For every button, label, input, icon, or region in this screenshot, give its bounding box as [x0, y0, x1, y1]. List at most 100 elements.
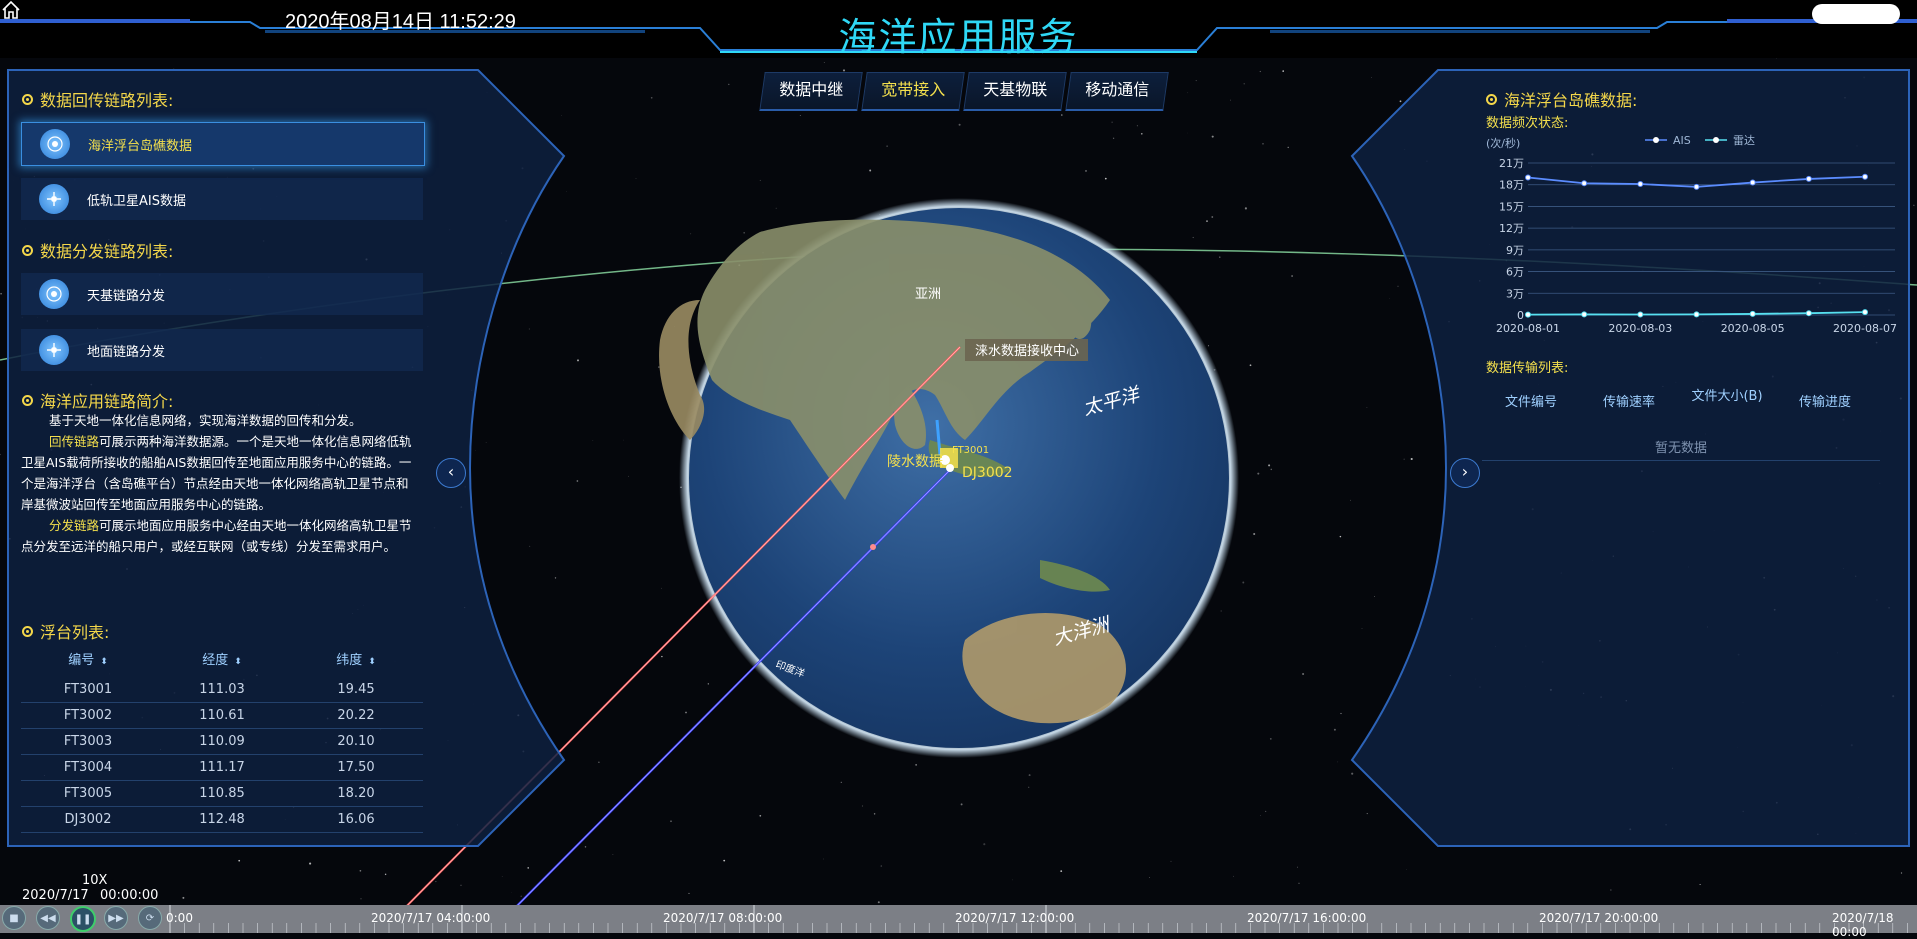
col-progress[interactable]: 传输进度	[1776, 388, 1874, 418]
return-links-title: 数据回传链路列表:	[22, 87, 173, 111]
clock-date: 2020/7/17	[22, 888, 89, 903]
sort-icon[interactable]: ⬍	[368, 657, 376, 667]
network-icon	[39, 335, 69, 365]
timeline-label: 2020/7/17 04:00:00	[371, 911, 490, 925]
dist-link-space[interactable]: 天基链路分发	[21, 273, 423, 315]
network-icon	[39, 279, 69, 309]
return-link-island-data[interactable]: 海洋浮台岛礁数据	[21, 122, 425, 166]
table-row[interactable]: FT3003110.0920.10	[21, 729, 423, 755]
legend-marker	[1713, 137, 1719, 143]
timeline-label: 2020/7/18 00:00	[1832, 911, 1917, 939]
dist-link-ground[interactable]: 地面链路分发	[21, 329, 423, 371]
header-bar: 2020年08月14日 11:52:29 海洋应用服务	[0, 0, 1917, 58]
data-point	[1806, 176, 1811, 181]
data-point	[1694, 312, 1699, 317]
frequency-line-chart[interactable]: (次/秒)03万6万9万12万15万18万21万2020-08-012020-0…	[1480, 120, 1900, 350]
loop-button[interactable]: ⟳	[138, 906, 162, 930]
table-header: 编号⬍ 经度⬍ 纬度⬍	[21, 645, 423, 677]
legend-label: AIS	[1673, 134, 1691, 147]
x-tick-label: 2020-08-05	[1721, 322, 1785, 335]
user-info-pill[interactable]	[1812, 4, 1900, 24]
data-point	[1750, 311, 1755, 316]
data-point	[1638, 312, 1643, 317]
data-point	[1582, 312, 1587, 317]
data-point	[1750, 180, 1755, 185]
y-tick-label: 12万	[1499, 222, 1524, 235]
col-lat-header[interactable]: 纬度⬍	[289, 645, 423, 677]
right-panel-title: 海洋浮台岛礁数据:	[1486, 87, 1637, 111]
dist-links-title: 数据分发链路列表:	[22, 238, 173, 262]
link-relay-point	[870, 544, 876, 550]
lingshui-label: 陵水数据	[887, 454, 943, 470]
data-point	[1582, 181, 1587, 186]
x-tick-label: 2020-08-03	[1608, 322, 1672, 335]
stop-button[interactable]: ■	[2, 906, 26, 930]
col-lon-header[interactable]: 经度⬍	[155, 645, 289, 677]
forward-button[interactable]: ▶▶	[104, 906, 128, 930]
table-row[interactable]: FT3002110.6120.22	[21, 703, 423, 729]
tab-data-relay[interactable]: 数据中继	[759, 72, 862, 111]
y-tick-label: 6万	[1506, 266, 1524, 279]
return-link-ais-data[interactable]: 低轨卫星AIS数据	[21, 178, 423, 220]
data-point	[1694, 184, 1699, 189]
timeline-label: 2020/7/17 20:00:00	[1539, 911, 1658, 925]
col-rate[interactable]: 传输速率	[1580, 388, 1678, 418]
timeline-label: 2020/7/17 08:00:00	[663, 911, 782, 925]
table-row[interactable]: FT3005110.8518.20	[21, 781, 423, 807]
transfer-empty-text: 暂无数据	[1482, 437, 1880, 461]
transfer-table-header: 文件编号 传输速率 文件大小(B) 传输进度	[1482, 388, 1880, 418]
y-tick-label: 9万	[1506, 244, 1524, 257]
data-point	[1638, 181, 1643, 186]
col-size[interactable]: 文件大小(B)	[1678, 388, 1776, 418]
return-link-highlight: 回传链路	[49, 434, 99, 449]
y-tick-label: 15万	[1499, 200, 1524, 213]
y-tick-label: 0	[1517, 309, 1524, 322]
table-row[interactable]: FT3004111.1717.50	[21, 755, 423, 781]
data-point	[1863, 174, 1868, 179]
platform-marker[interactable]	[946, 464, 954, 472]
dist-link-highlight: 分发链路	[49, 518, 99, 533]
data-point	[1526, 175, 1531, 180]
network-icon	[40, 129, 70, 159]
y-tick-label: 21万	[1499, 157, 1524, 170]
x-tick-label: 2020-08-07	[1833, 322, 1897, 335]
tab-space-iot[interactable]: 天基物联	[963, 72, 1066, 111]
platform-table: 编号⬍ 经度⬍ 纬度⬍ FT3001111.0319.45 FT3002110.…	[21, 645, 423, 833]
playback-speed: 10X	[82, 873, 107, 888]
col-file-id[interactable]: 文件编号	[1482, 388, 1580, 418]
y-tick-label: 3万	[1506, 287, 1524, 300]
page-title: 海洋应用服务	[0, 6, 1917, 61]
pause-button[interactable]: ❚❚	[70, 906, 96, 932]
col-id-header[interactable]: 编号⬍	[21, 645, 155, 677]
transfer-title: 数据传输列表:	[1486, 357, 1568, 376]
chart-y-unit: (次/秒)	[1486, 136, 1520, 150]
rewind-button[interactable]: ◀◀	[36, 906, 60, 930]
platform-cluster-label: FT3001	[952, 445, 989, 456]
tab-broadband-access[interactable]: 宽带接入	[861, 72, 964, 111]
asia-label: 亚洲	[915, 287, 941, 302]
sort-icon[interactable]: ⬍	[234, 657, 242, 667]
collapse-left-button[interactable]: ‹	[436, 458, 466, 488]
intro-title: 海洋应用链路简介:	[22, 388, 173, 412]
platforms-title: 浮台列表:	[22, 619, 109, 643]
clock-time: 00:00:00	[100, 888, 158, 903]
data-point	[1806, 311, 1811, 316]
legend-label: 雷达	[1733, 134, 1755, 147]
dj3002-label: DJ3002	[962, 465, 1013, 481]
receive-center-label: 涞水数据接收中心	[975, 343, 1079, 359]
table-row[interactable]: FT3001111.0319.45	[21, 677, 423, 703]
timeline-label: 2020/7/17 16:00:00	[1247, 911, 1366, 925]
sort-icon[interactable]: ⬍	[100, 657, 108, 667]
timeline-label: 2020/7/17 12:00:00	[955, 911, 1074, 925]
legend-marker	[1653, 137, 1659, 143]
intro-text: 基于天地一体化信息网络，实现海洋数据的回传和分发。 回传链路可展示两种海洋数据源…	[21, 410, 417, 557]
tab-mobile-comm[interactable]: 移动通信	[1065, 72, 1168, 111]
y-tick-label: 18万	[1499, 179, 1524, 192]
data-point	[1526, 312, 1531, 317]
data-point	[1863, 310, 1868, 315]
collapse-right-button[interactable]: ›	[1450, 458, 1480, 488]
network-icon	[39, 184, 69, 214]
top-tab-bar: 数据中继 宽带接入 天基物联 移动通信	[762, 72, 1170, 110]
table-row[interactable]: DJ3002112.4816.06	[21, 807, 423, 833]
timeline-label: 0:00	[166, 911, 193, 925]
